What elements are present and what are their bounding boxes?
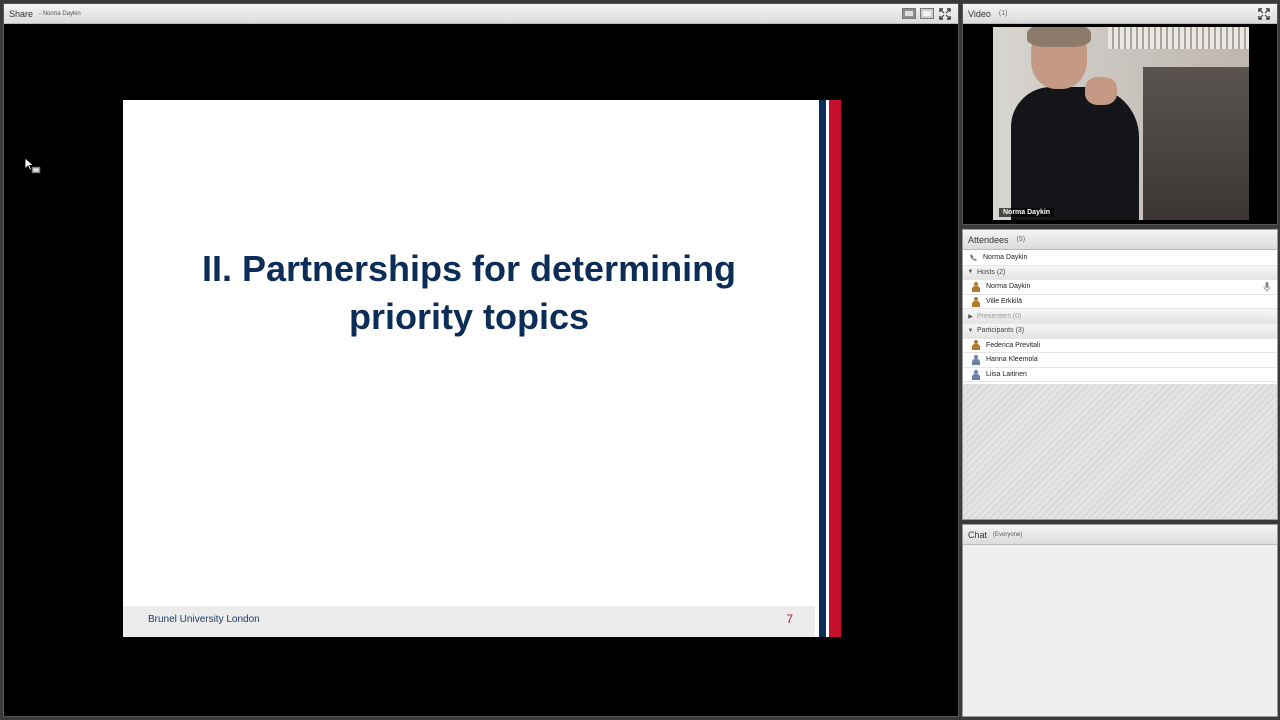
slide-page-number: 7 bbox=[786, 612, 793, 626]
attendees-count: (5) bbox=[1016, 236, 1026, 243]
video-person-hair bbox=[1027, 27, 1091, 47]
hosts-group-header[interactable]: ▼ Hosts (2) bbox=[963, 265, 1277, 281]
share-pod-title: Share bbox=[9, 8, 34, 19]
participant-name: Federica Previtali bbox=[986, 341, 1041, 349]
participants-group-label: Participants (3) bbox=[977, 327, 1025, 335]
attendee-self-row[interactable]: Norma Daykin bbox=[963, 251, 1277, 266]
hosts-group-label: Hosts (2) bbox=[977, 268, 1006, 276]
presenters-group-header[interactable]: ▶ Presenters (0) bbox=[963, 309, 1277, 324]
video-person-body bbox=[1011, 87, 1139, 220]
slide-title-line-1: II. Partnerships for determining bbox=[201, 248, 737, 289]
phone-icon bbox=[969, 253, 979, 263]
participant-person-icon bbox=[971, 369, 981, 380]
chat-pod-header: Chat (Everyone) bbox=[963, 525, 1277, 545]
attendee-list: Norma Daykin ▼ Hosts (2) Norma Daykin Vi… bbox=[963, 251, 1277, 383]
presenters-group-label: Presenters (0) bbox=[977, 312, 1022, 320]
slide-footer-text: Brunel University London bbox=[148, 614, 260, 625]
slide-title-line-2: priority topics bbox=[348, 296, 590, 337]
participant-row[interactable]: Liisa Laitinen bbox=[963, 368, 1277, 383]
chat-pod-title: Chat bbox=[968, 529, 988, 540]
video-fullscreen-button[interactable] bbox=[1257, 7, 1271, 20]
view-wide-button[interactable] bbox=[920, 8, 934, 19]
video-background-blinds bbox=[1108, 27, 1249, 49]
participants-group-header[interactable]: ▼ Participants (3) bbox=[963, 323, 1277, 339]
chat-pod: Chat (Everyone) bbox=[962, 524, 1278, 717]
video-name-label: Norma Daykin bbox=[999, 208, 1055, 217]
host-row[interactable]: Norma Daykin bbox=[963, 280, 1277, 295]
attendee-list-empty-area bbox=[963, 384, 1277, 519]
video-pod-title: Video bbox=[968, 8, 991, 19]
stripe-red bbox=[829, 100, 841, 637]
video-pod-header: Video (1) bbox=[963, 4, 1277, 24]
attendees-pod-title: Attendees bbox=[968, 234, 1009, 245]
slide-title: II. Partnerships for determining priorit… bbox=[123, 245, 815, 341]
slide-brand-stripe bbox=[815, 100, 841, 637]
share-pod-header: Share - Norma Daykin bbox=[4, 4, 958, 24]
host-person-icon bbox=[971, 296, 981, 307]
host-name: Norma Daykin bbox=[986, 283, 1031, 291]
attendees-pod-header: Attendees (5) bbox=[963, 230, 1277, 250]
host-row[interactable]: Ville Erkkilä bbox=[963, 295, 1277, 310]
fullscreen-icon bbox=[1258, 7, 1270, 20]
chevron-right-icon: ▶ bbox=[968, 313, 973, 320]
microphone-icon bbox=[1263, 282, 1271, 293]
slide-footer: Brunel University London 7 bbox=[123, 606, 815, 637]
chevron-down-icon: ▼ bbox=[967, 269, 974, 276]
attendees-pod: Attendees (5) Norma Daykin ▼ Hosts (2) N… bbox=[962, 229, 1278, 520]
chevron-down-icon: ▼ bbox=[967, 327, 974, 334]
share-header-controls bbox=[902, 7, 952, 20]
presentation-slide: II. Partnerships for determining priorit… bbox=[123, 100, 841, 637]
participant-name: Liisa Laitinen bbox=[986, 371, 1027, 379]
host-name: Ville Erkkilä bbox=[986, 298, 1023, 306]
share-presenter-name: - Norma Daykin bbox=[39, 10, 81, 17]
view-standard-button[interactable] bbox=[902, 8, 916, 19]
participant-person-icon bbox=[971, 340, 981, 351]
meeting-app: Share - Norma Daykin II. Partnerships fo… bbox=[0, 0, 1280, 720]
share-pod: Share - Norma Daykin II. Partnerships fo… bbox=[3, 3, 959, 717]
host-person-icon bbox=[971, 281, 981, 292]
participant-person-icon bbox=[971, 354, 981, 365]
share-canvas: II. Partnerships for determining priorit… bbox=[4, 25, 958, 716]
stripe-blue bbox=[819, 100, 826, 637]
participant-row[interactable]: Hanna Kleemola bbox=[963, 353, 1277, 368]
video-pod: Video (1) Norma Daykin bbox=[962, 3, 1278, 225]
video-person-hand bbox=[1085, 77, 1117, 105]
cursor-icon bbox=[25, 158, 41, 174]
participant-row[interactable]: Federica Previtali bbox=[963, 339, 1277, 354]
webcam-video[interactable] bbox=[993, 27, 1249, 220]
video-background-wall bbox=[1143, 67, 1249, 220]
participant-name: Hanna Kleemola bbox=[986, 356, 1038, 364]
video-header-controls bbox=[1257, 7, 1271, 20]
attendee-self-name: Norma Daykin bbox=[983, 254, 1028, 262]
chat-scope: (Everyone) bbox=[993, 531, 1023, 538]
fullscreen-icon bbox=[939, 7, 951, 20]
video-count: (1) bbox=[998, 10, 1008, 17]
fullscreen-button[interactable] bbox=[938, 7, 952, 20]
